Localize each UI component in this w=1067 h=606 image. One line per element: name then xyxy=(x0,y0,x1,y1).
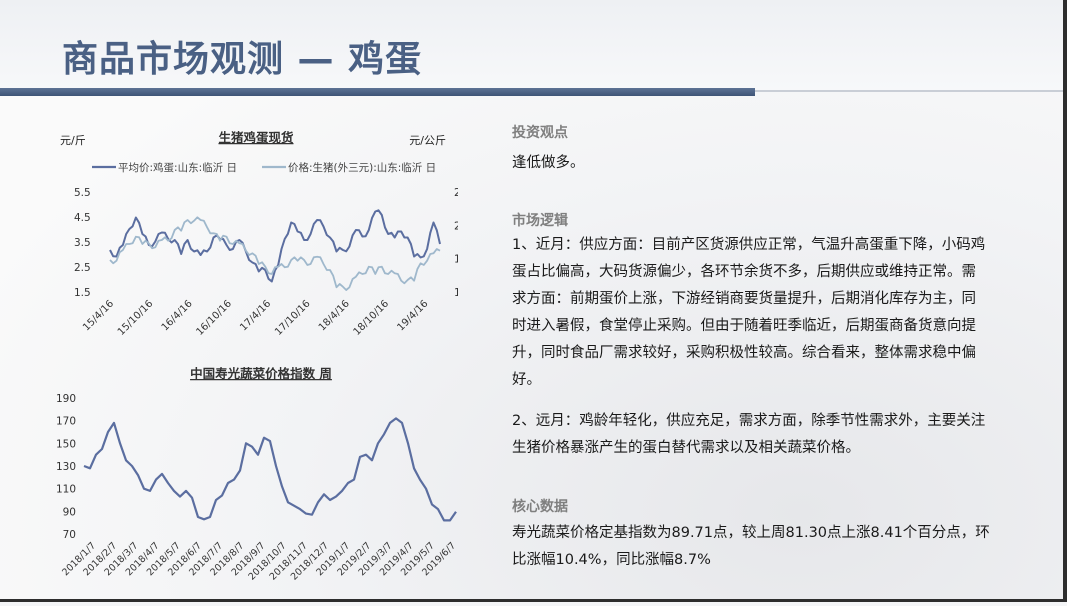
chart1-left-tick: 3.5 xyxy=(74,237,91,249)
investment-view-heading: 投资观点 xyxy=(512,125,568,141)
chart1-left-tick: 2.5 xyxy=(74,262,91,274)
legend-label-hog: 价格:生猪(外三元):山东:临沂 日 xyxy=(288,161,436,174)
chart1-right-unit: 元/公斤 xyxy=(409,134,446,147)
chart1-title: 生猪鸡蛋现货 xyxy=(218,130,294,145)
chart1-right-tick: 25 xyxy=(454,187,458,199)
market-logic-near-month: 1、近月：供应方面：目前产区货源供应正常，气温升高蛋重下降，小码鸡蛋占比偏高，大… xyxy=(512,237,986,388)
chart2-y-tick: 170 xyxy=(56,416,76,428)
chart1-x-tick: 17/4/16 xyxy=(238,298,273,333)
chart1-x-tick: 16/10/16 xyxy=(194,298,234,338)
chart1-right-tick: 20 xyxy=(454,220,458,232)
shouguang-vegetable-index-chart-svg: 中国寿光蔬菜价格指数 周 1901701501301109070 2018/1/… xyxy=(56,366,458,583)
title-underline xyxy=(0,88,755,96)
chart1-x-tick: 16/4/16 xyxy=(160,298,195,333)
chart1-x-tick: 15/10/16 xyxy=(116,298,156,338)
chart1-left-tick: 4.5 xyxy=(74,212,91,224)
chart2-y-tick: 110 xyxy=(56,484,76,496)
page-title: 商品市场观测 — 鸡蛋 xyxy=(62,39,423,80)
chart1-x-tick: 18/4/16 xyxy=(317,298,352,333)
legend-label-egg: 平均价:鸡蛋:山东:临沂 日 xyxy=(118,161,237,174)
chart1-right-tick: 10 xyxy=(454,287,458,299)
core-data-heading: 核心数据 xyxy=(512,499,568,515)
egg-hog-spot-chart: 生猪鸡蛋现货 元/斤 元/公斤 平均价:鸡蛋:山东:临沂 日 价格:生猪(外三元… xyxy=(48,122,467,342)
investment-view-text: 逢低做多。 xyxy=(512,155,585,171)
shouguang-vegetable-index-chart: 中国寿光蔬菜价格指数 周 190 170 150 130 110 90 70 2018/1/… xyxy=(48,362,468,602)
market-logic-far-month: 2、远月：鸡龄年轻化，供应充足，需求方面，除季节性需求外，主要关注生猪价格暴涨产… xyxy=(512,413,986,456)
chart2-y-tick: 90 xyxy=(63,506,76,518)
chart1-left-unit: 元/斤 xyxy=(60,134,86,147)
chart2-y-tick: 130 xyxy=(56,461,76,473)
chart2-y-tick: 190 xyxy=(56,393,76,405)
chart1-x-tick: 15/4/16 xyxy=(81,298,116,333)
market-logic-heading: 市场逻辑 xyxy=(512,213,568,229)
chart2-y-tick: 150 xyxy=(56,438,76,450)
title-underline-extension xyxy=(755,90,1067,92)
slide-frame-right xyxy=(1063,0,1067,602)
chart1-x-tick: 18/10/16 xyxy=(352,298,392,338)
chart2-y-tick: 70 xyxy=(63,529,76,541)
chart1-left-tick: 5.5 xyxy=(74,187,91,199)
vegetable-index-line xyxy=(83,417,457,522)
chart1-x-tick: 19/4/16 xyxy=(395,298,430,333)
hog-price-line xyxy=(109,216,441,291)
chart2-title: 中国寿光蔬菜价格指数 周 xyxy=(190,366,332,381)
chart1-right-tick: 15 xyxy=(454,254,458,266)
chart1-left-tick: 1.5 xyxy=(74,287,91,299)
egg-hog-spot-chart-svg: 生猪鸡蛋现货 元/斤 元/公斤 平均价:鸡蛋:山东:临沂 日 价格:生猪(外三元… xyxy=(60,130,467,338)
core-data-text: 寿光蔬菜价格定基指数为89.71点，较上周81.30点上涨8.41个百分点，环比… xyxy=(512,525,990,568)
chart1-x-tick: 17/10/16 xyxy=(273,298,313,338)
